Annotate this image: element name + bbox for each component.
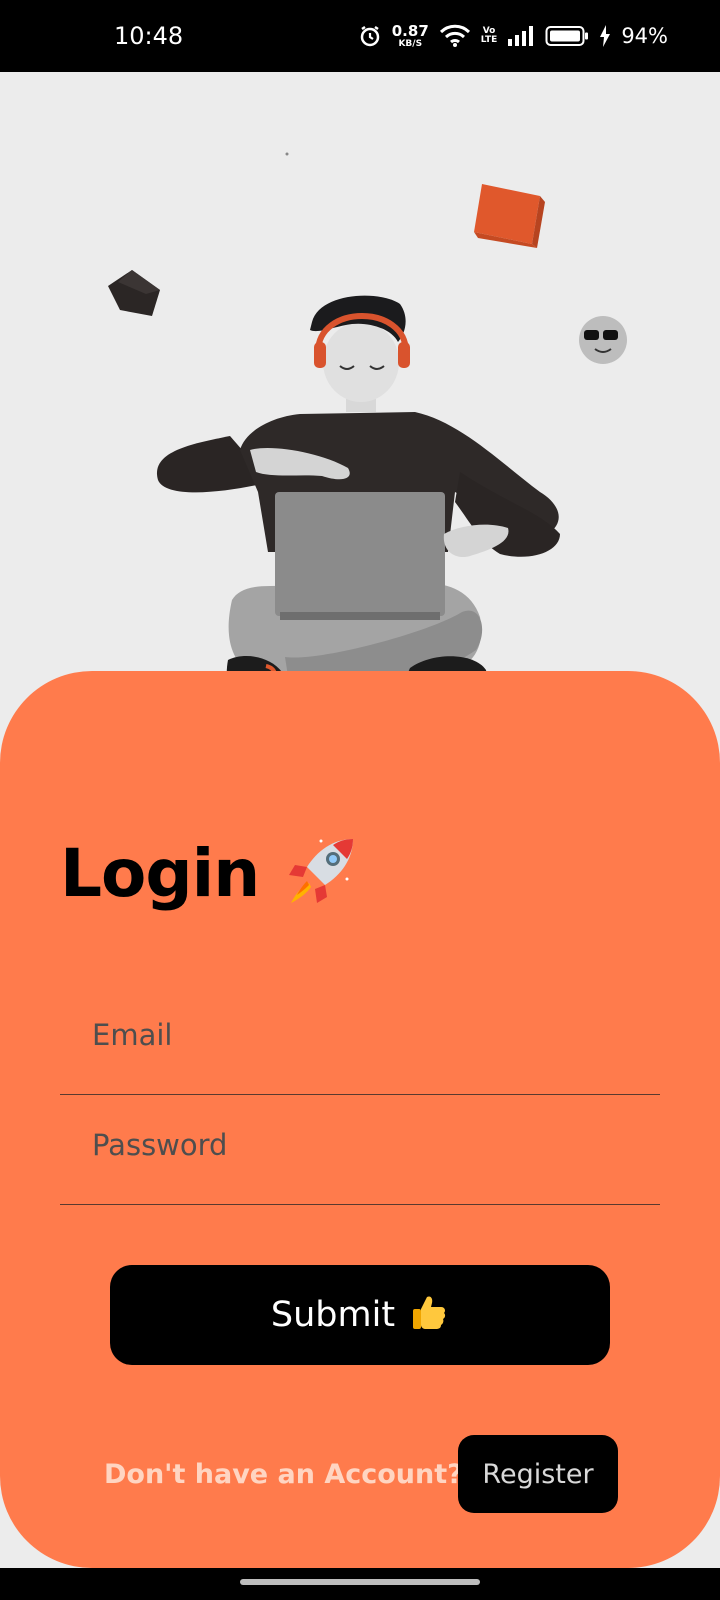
wifi-icon [439,24,471,48]
password-field-container [60,1095,660,1205]
status-time: 10:48 [114,22,184,50]
register-button[interactable]: Register [458,1435,618,1513]
person-with-laptop-illustration [108,152,627,722]
submit-button[interactable]: Submit [110,1265,610,1365]
thumbs-up-icon [409,1291,449,1340]
battery-icon [545,25,589,47]
network-speed: 0.87 KB/S [391,21,429,49]
email-field[interactable] [60,985,660,1094]
battery-percentage: 94% [621,24,668,48]
page-title: Login [60,835,260,912]
status-icons: 0.87 KB/S Vo LTE 94% [358,21,668,49]
rocket-icon [281,831,361,916]
register-prompt: Don't have an Account? [104,1459,463,1490]
network-speed-unit: KB/S [398,38,423,49]
submit-button-label: Submit [270,1295,396,1335]
password-field[interactable] [60,1095,660,1204]
email-field-container [60,985,660,1095]
login-heading: Login [60,831,361,916]
login-card: Login Submit [0,671,720,1568]
status-bar: 10:48 0.87 KB/S Vo LTE 94% [0,0,720,72]
alarm-icon [358,24,382,48]
volte-indicator: Vo LTE [481,27,498,45]
charging-bolt-icon [599,25,611,47]
home-indicator[interactable] [240,1579,480,1585]
network-speed-value: 0.87 [391,21,429,40]
orange-cube [474,184,545,248]
sunglasses-emoji-ball [579,316,627,364]
register-row: Don't have an Account? Register [0,1435,720,1513]
signal-icon [507,25,535,47]
dark-cube [108,270,160,316]
volte-bottom: LTE [480,35,498,45]
